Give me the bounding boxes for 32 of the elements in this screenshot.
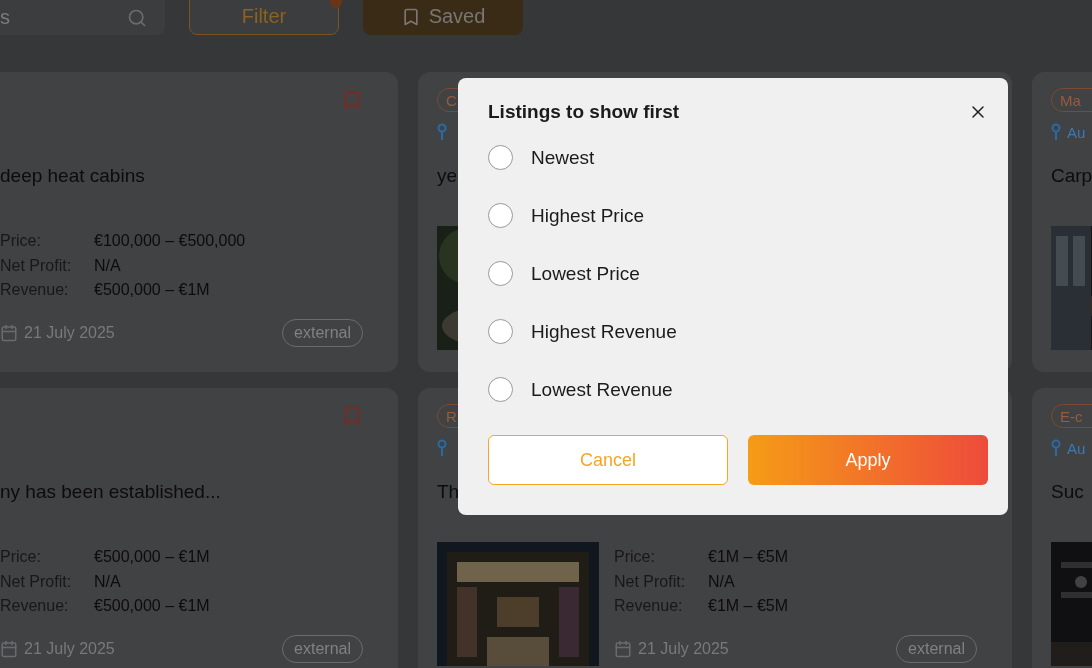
detail-value: N/A xyxy=(94,255,121,276)
location-text: Au xyxy=(1067,123,1086,141)
calendar-icon xyxy=(0,323,18,342)
apply-button[interactable]: Apply xyxy=(748,435,988,485)
radio-button[interactable] xyxy=(488,261,513,286)
listing-title[interactable]: Suc xyxy=(1051,480,1084,504)
search-field[interactable]: s xyxy=(0,0,165,35)
detail-value: N/A xyxy=(708,571,735,592)
search-icon xyxy=(127,7,147,28)
detail-value: €1M – €5M xyxy=(708,596,789,616)
listing-title[interactable]: ye xyxy=(437,164,458,188)
listing-title[interactable]: Carp xyxy=(1051,164,1092,188)
calendar-icon xyxy=(0,639,18,658)
radio-button[interactable] xyxy=(488,377,513,402)
radio-button[interactable] xyxy=(488,203,513,228)
radio-button[interactable] xyxy=(488,319,513,344)
option-label[interactable]: Lowest Revenue xyxy=(531,378,673,401)
option-label[interactable]: Highest Price xyxy=(531,204,644,227)
listing-title[interactable]: deep heat cabins xyxy=(0,164,145,188)
option-label[interactable]: Highest Revenue xyxy=(531,320,677,343)
option-label[interactable]: Lowest Price xyxy=(531,262,640,285)
option-label[interactable]: Newest xyxy=(531,146,595,169)
cancel-button[interactable]: Cancel xyxy=(488,435,728,485)
detail-value: €1M – €5M xyxy=(708,547,789,567)
location-text: Au xyxy=(1067,439,1086,457)
saved-button[interactable]: Saved xyxy=(363,0,523,35)
filter-button[interactable]: Filter xyxy=(189,0,339,35)
detail-value: N/A xyxy=(94,571,121,592)
calendar-icon xyxy=(614,639,632,658)
detail-value: €100,000 – €500,000 xyxy=(94,231,246,251)
radio-button[interactable] xyxy=(488,145,513,170)
listing-title[interactable]: Th xyxy=(437,480,460,504)
